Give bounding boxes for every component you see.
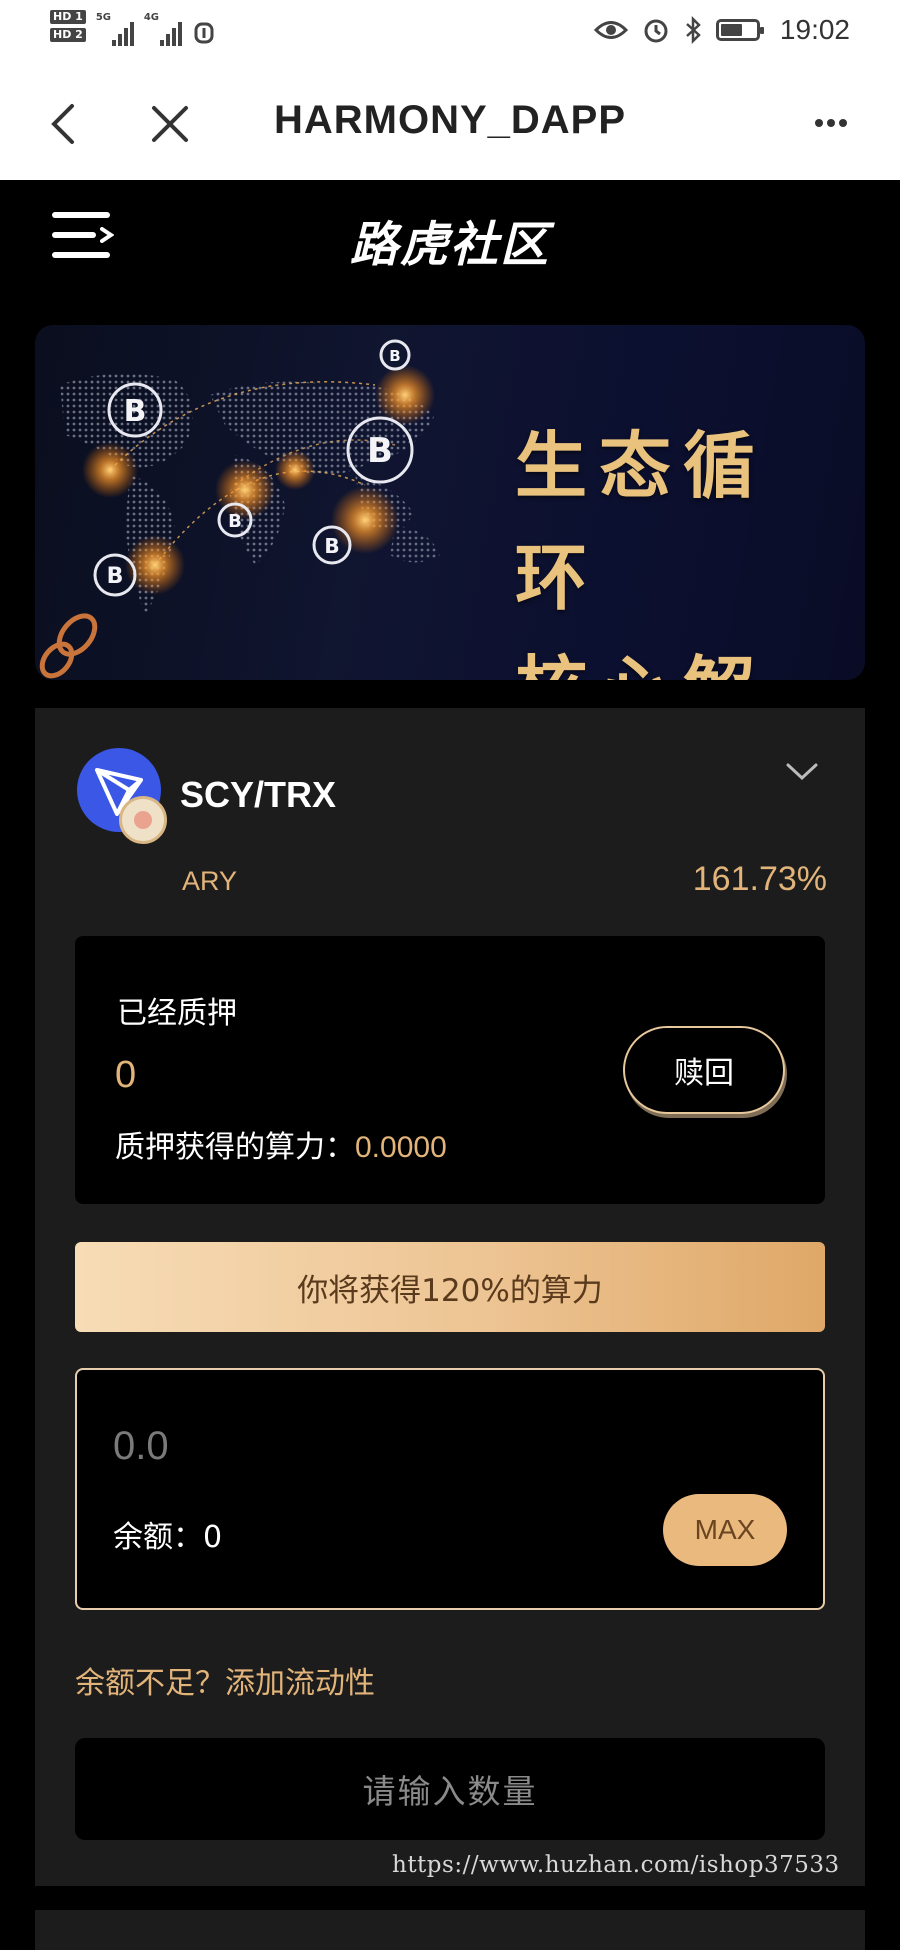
page-title: HARMONY_DAPP [273, 98, 627, 142]
promo-banner[interactable]: B B B B B B 生态循环 核心解析 [35, 325, 865, 680]
add-liquidity-link[interactable]: 余额不足？添加流动性 [75, 1658, 375, 1702]
stake-input-panel: 余额：0 MAX [75, 1368, 825, 1610]
usb-debug-icon [194, 22, 214, 44]
chevron-down-icon[interactable] [785, 762, 819, 782]
app-title: 路虎社区 [349, 217, 550, 273]
balance-value: 0 [203, 1520, 223, 1555]
battery-icon [715, 19, 764, 41]
title-bar: HARMONY_DAPP [0, 68, 900, 180]
apy-label: ARY [182, 866, 238, 896]
bluetooth-icon [686, 16, 701, 44]
status-bar: HD 1 HD 2 5G 4G 19:02 [0, 0, 900, 68]
max-button[interactable]: MAX [663, 1494, 787, 1566]
alarm-icon [644, 19, 668, 43]
hd-badges: HD 1 HD 2 [50, 10, 86, 42]
svg-text:B: B [324, 534, 339, 558]
staked-label: 已经质押 [117, 996, 237, 1031]
svg-text:B: B [107, 564, 124, 589]
svg-text:B: B [389, 347, 400, 365]
hd2-badge: HD 2 [50, 28, 86, 42]
stake-submit-button[interactable]: 请输入数量 [75, 1738, 825, 1840]
status-right: 19:02 [593, 14, 850, 46]
hashpower-line: 质押获得的算力：0.0000 [115, 1122, 447, 1166]
signal-5g-icon: 5G [96, 12, 134, 46]
banner-line2: 核心解析 [515, 634, 835, 680]
hd1-badge: HD 1 [50, 10, 86, 24]
balance-line: 余额：0 [113, 1512, 222, 1556]
staked-panel: 已经质押 0 质押获得的算力：0.0000 赎回 [75, 936, 825, 1204]
hashpower-label: 质押获得的算力： [115, 1130, 355, 1165]
redeem-button[interactable]: 赎回 [623, 1026, 785, 1114]
next-pool-card [35, 1910, 865, 1950]
banner-line1: 生态循环 [515, 423, 768, 620]
status-left: HD 1 HD 2 5G 4G [50, 10, 216, 46]
clock: 19:02 [779, 14, 850, 45]
apy-value: 161.73% [692, 860, 827, 898]
svg-text:B: B [228, 511, 242, 532]
banner-headline: 生态循环 核心解析 [515, 410, 835, 680]
stake-amount-input[interactable] [113, 1416, 533, 1476]
watermark: https://www.huzhan.com/ishop37533 [392, 1852, 840, 1878]
hashpower-bonus-banner: 你将获得120%的算力 [75, 1242, 825, 1332]
svg-text:B: B [367, 431, 393, 471]
token-badge-icon [119, 796, 167, 844]
pool-name: SCY/TRX [180, 774, 337, 815]
pool-card: SCY/TRX ARY 161.73% 已经质押 0 质押获得的算力：0.000… [35, 708, 865, 1886]
more-icon[interactable] [814, 106, 848, 140]
signal-4g-icon: 4G [144, 12, 182, 46]
balance-label: 余额： [113, 1520, 203, 1555]
eye-icon [593, 21, 628, 39]
staked-value: 0 [115, 1054, 137, 1096]
hashpower-value: 0.0000 [355, 1131, 447, 1164]
app-header: 路虎社区 [0, 180, 900, 300]
svg-text:B: B [124, 394, 147, 429]
